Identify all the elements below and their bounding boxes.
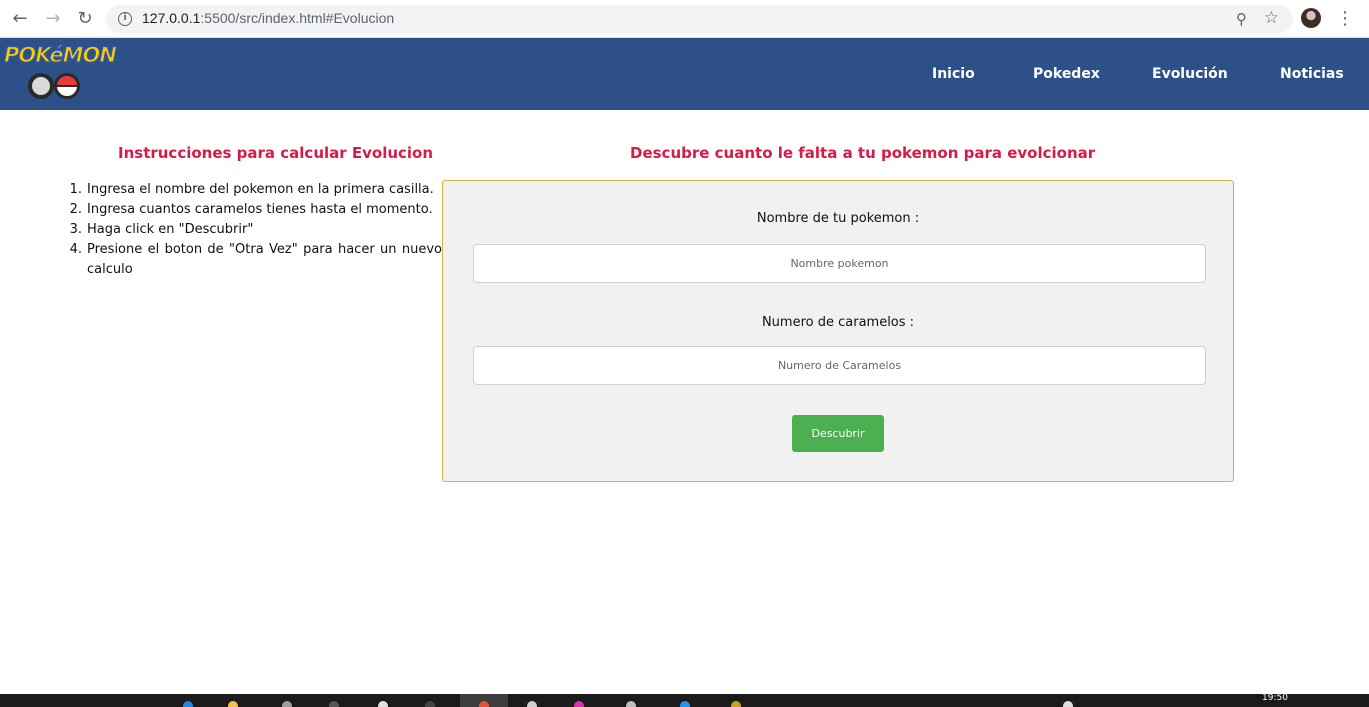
- zoom-icon[interactable]: ⚲: [1236, 10, 1247, 28]
- pokeball-icon: [54, 73, 80, 99]
- taskbar-app-icon[interactable]: [626, 701, 636, 707]
- logo-wordmark: POKéMON: [3, 42, 117, 67]
- logo-g-shape: [28, 73, 54, 99]
- taskbar-app-icon[interactable]: [574, 701, 584, 707]
- nav-pokedex[interactable]: Pokedex: [1033, 66, 1100, 82]
- taskbar-app-icon[interactable]: [425, 701, 435, 707]
- url-text[interactable]: 127.0.0.1:5500/src/index.html#Evolucion: [142, 10, 394, 26]
- instruction-item: 2. Ingresa cuantos caramelos tienes hast…: [66, 200, 442, 220]
- instruction-text: Ingresa cuantos caramelos tienes hasta e…: [87, 202, 433, 217]
- taskbar-app-icon[interactable]: [282, 701, 292, 707]
- browser-toolbar: ← → ↻ i 127.0.0.1:5500/src/index.html#Ev…: [0, 0, 1369, 38]
- descubrir-button[interactable]: Descubrir: [792, 415, 884, 452]
- chrome-icon: [479, 701, 489, 707]
- taskbar-active-app[interactable]: [460, 694, 508, 707]
- bookmark-star-icon[interactable]: ☆: [1264, 8, 1279, 28]
- taskbar-clock[interactable]: 19:50: [1262, 694, 1288, 703]
- instruction-text: Presione el boton de "Otra Vez" para hac…: [87, 242, 442, 277]
- calculator-title: Descubre cuanto le falta a tu pokemon pa…: [630, 144, 1096, 162]
- taskbar-app-icon[interactable]: [1063, 701, 1073, 707]
- instruction-number: 2.: [69, 202, 82, 217]
- instruction-text: Ingresa el nombre del pokemon en la prim…: [87, 182, 434, 197]
- taskbar-app-icon[interactable]: [228, 701, 238, 707]
- instruction-number: 1.: [69, 182, 82, 197]
- candies-label: Numero de caramelos :: [761, 315, 915, 330]
- candies-input[interactable]: [473, 346, 1206, 385]
- instruction-item: 3. Haga click en "Descubrir": [66, 220, 442, 240]
- taskbar-app-icon[interactable]: [731, 701, 741, 707]
- nav-inicio[interactable]: Inicio: [932, 66, 975, 82]
- evolution-form: Nombre de tu pokemon : Numero de caramel…: [442, 180, 1234, 482]
- instruction-text: Haga click en "Descubrir": [87, 222, 254, 237]
- browser-menu-icon[interactable]: ⋮: [1336, 8, 1354, 30]
- taskbar-app-icon[interactable]: [329, 701, 339, 707]
- url-path: :5500/src/index.html#Evolucion: [200, 10, 395, 26]
- back-icon[interactable]: ←: [9, 8, 31, 30]
- url-host: 127.0.0.1: [142, 10, 201, 26]
- os-taskbar: 19:50: [0, 694, 1369, 707]
- site-info-icon[interactable]: i: [118, 12, 132, 26]
- reload-icon[interactable]: ↻: [74, 8, 96, 30]
- nav-evolucion[interactable]: Evolución: [1152, 66, 1228, 82]
- pokemon-name-input[interactable]: [473, 244, 1206, 283]
- site-header: POKéMON Inicio Pokedex Evolución Noticia…: [0, 38, 1369, 110]
- taskbar-app-icon[interactable]: [527, 701, 537, 707]
- pokemon-go-logo[interactable]: POKéMON: [3, 42, 118, 105]
- pokemon-name-label: Nombre de tu pokemon :: [756, 211, 920, 226]
- logo-go-mark: [28, 69, 82, 103]
- taskbar-app-icon[interactable]: [680, 701, 690, 707]
- nav-noticias[interactable]: Noticias: [1280, 66, 1344, 82]
- instructions-title: Instrucciones para calcular Evolucion: [118, 144, 434, 162]
- instruction-item: 1. Ingresa el nombre del pokemon en la p…: [66, 180, 442, 200]
- forward-icon[interactable]: →: [42, 8, 64, 30]
- profile-avatar[interactable]: [1301, 8, 1321, 28]
- address-bar[interactable]: i 127.0.0.1:5500/src/index.html#Evolucio…: [106, 5, 1293, 33]
- instruction-item: 4. Presione el boton de "Otra Vez" para …: [66, 240, 442, 280]
- instruction-number: 3.: [69, 222, 82, 237]
- taskbar-app-icon[interactable]: [183, 701, 193, 707]
- taskbar-app-icon[interactable]: [378, 701, 388, 707]
- instruction-number: 4.: [69, 242, 82, 257]
- instructions-list: 1. Ingresa el nombre del pokemon en la p…: [66, 180, 442, 280]
